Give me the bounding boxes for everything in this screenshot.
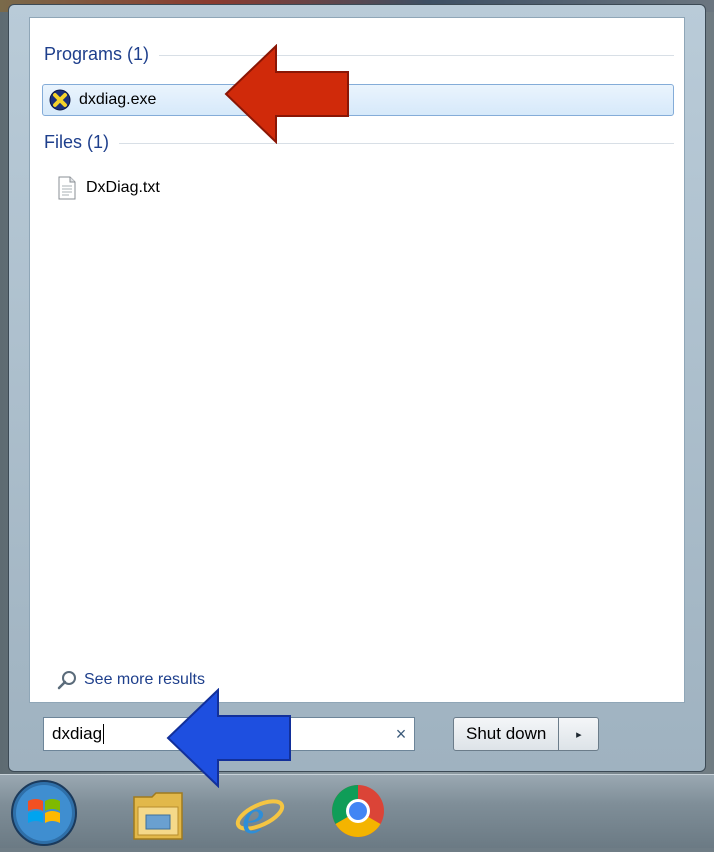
result-item-label: dxdiag.exe xyxy=(79,91,157,108)
shut-down-button[interactable]: Shut down xyxy=(453,717,560,751)
result-item-dxdiag-txt[interactable]: DxDiag.txt xyxy=(56,172,356,204)
shutdown-options-arrow-icon[interactable]: ▸ xyxy=(559,717,600,751)
blue-annotation-arrow-icon xyxy=(166,688,291,788)
see-more-results-label: See more results xyxy=(84,671,205,688)
chrome-icon xyxy=(330,783,386,844)
start-orb-icon xyxy=(10,779,78,852)
text-caret xyxy=(103,724,105,744)
programs-group-header: Programs (1) xyxy=(44,42,674,66)
programs-group-label: Programs (1) xyxy=(44,43,150,64)
clear-search-icon[interactable]: × xyxy=(388,724,414,745)
result-item-label: DxDiag.txt xyxy=(86,179,160,196)
start-button[interactable] xyxy=(11,779,77,846)
start-menu: Programs (1) dxdiag.exe Files (1) DxDiag… xyxy=(8,4,706,772)
files-group-header: Files (1) xyxy=(44,130,674,154)
taskbar-chrome[interactable] xyxy=(326,783,390,847)
result-item-dxdiag-exe[interactable]: dxdiag.exe xyxy=(42,84,674,116)
search-results-pane: Programs (1) dxdiag.exe Files (1) DxDiag… xyxy=(29,17,685,703)
svg-text:e: e xyxy=(242,788,264,843)
internet-explorer-icon: e xyxy=(230,783,286,848)
taskbar: e xyxy=(0,774,714,848)
text-file-icon xyxy=(56,176,78,200)
directx-icon xyxy=(49,89,71,111)
power-controls: Shut down ▸ xyxy=(453,717,600,751)
file-explorer-icon xyxy=(130,783,186,848)
search-input-text: dxdiag xyxy=(52,724,103,743)
files-group-label: Files (1) xyxy=(44,131,110,152)
search-icon xyxy=(56,669,78,691)
taskbar-internet-explorer[interactable]: e xyxy=(226,783,290,847)
files-group-divider xyxy=(119,143,674,144)
taskbar-file-explorer[interactable] xyxy=(126,783,190,847)
red-annotation-arrow-icon xyxy=(224,44,349,144)
